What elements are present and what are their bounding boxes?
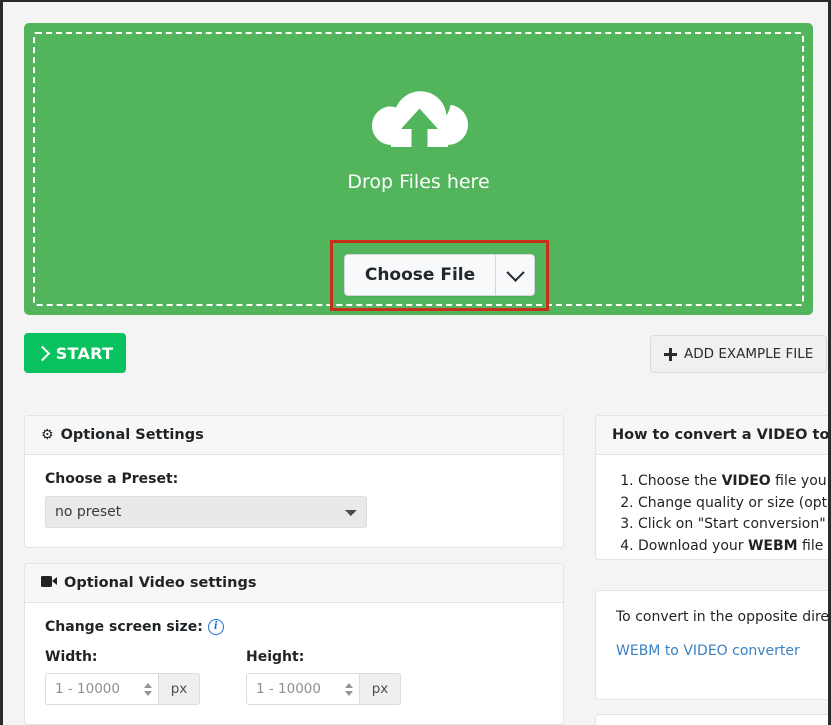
step-text-post: file you want to convert	[775, 473, 828, 489]
add-example-file-label: ADD EXAMPLE FILE	[684, 346, 814, 362]
list-item: Choose the VIDEO file you want to conver…	[638, 471, 828, 493]
optional-settings-panel: ⚙ Optional Settings Choose a Preset: no …	[24, 415, 564, 548]
stepper-up-icon[interactable]	[143, 682, 152, 688]
chevron-down-icon	[505, 262, 525, 282]
optional-settings-body: Choose a Preset: no preset	[25, 455, 563, 548]
preset-select[interactable]: no preset	[45, 496, 367, 528]
how-to-steps-list: Choose the VIDEO file you want to conver…	[616, 471, 828, 558]
choose-file-dropdown-toggle[interactable]	[495, 255, 534, 295]
plus-icon	[664, 347, 677, 361]
stepper-down-icon[interactable]	[143, 690, 152, 696]
change-screen-size-row: Change screen size: i	[45, 619, 543, 635]
dimension-row: Width: px Height:	[45, 649, 543, 705]
width-unit: px	[158, 673, 200, 705]
choose-file-button[interactable]: Choose File	[345, 255, 495, 295]
cloud-upload-icon	[371, 91, 468, 148]
list-item: Download your WEBM file	[638, 536, 824, 558]
step-text: Download your	[638, 538, 748, 555]
choose-file-button-group[interactable]: Choose File	[344, 254, 535, 296]
next-panel-partial	[595, 714, 828, 725]
height-group: Height: px	[246, 649, 401, 705]
step-text: Change quality or size (optional)	[638, 494, 828, 511]
width-input-group[interactable]: px	[45, 673, 200, 705]
how-to-convert-body: Choose the VIDEO file you want to conver…	[596, 455, 828, 578]
video-camera-icon	[41, 575, 57, 591]
webm-to-video-converter-link[interactable]: WEBM to VIDEO converter	[616, 643, 800, 659]
video-settings-body: Change screen size: i Width: px	[25, 603, 563, 725]
opposite-direction-panel: To convert in the opposite direction, cl…	[595, 590, 828, 700]
height-input-group[interactable]: px	[246, 673, 401, 705]
change-screen-size-label: Change screen size:	[45, 619, 203, 635]
width-stepper[interactable]	[137, 673, 158, 705]
opposite-text-pre: To convert in the opposite direction, cl…	[616, 609, 828, 625]
step-strong: VIDEO	[721, 473, 771, 489]
width-label: Width:	[45, 649, 98, 665]
opposite-direction-text: To convert in the opposite direction, cl…	[616, 607, 828, 627]
stepper-down-icon[interactable]	[344, 690, 353, 696]
preset-label: Choose a Preset:	[45, 471, 179, 487]
dropzone-label: Drop Files here	[347, 171, 490, 193]
dropzone-center-content: Drop Files here	[24, 85, 813, 193]
stepper-up-icon[interactable]	[344, 682, 353, 688]
add-example-file-button[interactable]: ADD EXAMPLE FILE	[650, 335, 828, 373]
start-button[interactable]: START	[24, 333, 126, 373]
width-input[interactable]	[45, 673, 137, 705]
video-settings-title: Optional Video settings	[64, 575, 257, 591]
height-input[interactable]	[246, 673, 338, 705]
height-label: Height:	[246, 649, 305, 665]
page-content: Drop Files here Choose File START ADD EX…	[3, 2, 828, 725]
width-group: Width: px	[45, 649, 200, 705]
height-unit: px	[359, 673, 401, 705]
step-text: Choose the	[638, 473, 722, 489]
gear-icon: ⚙	[41, 427, 54, 443]
optional-settings-header: ⚙ Optional Settings	[25, 416, 563, 455]
video-settings-panel: Optional Video settings Change screen si…	[24, 563, 564, 725]
step-text-post: file	[797, 538, 824, 555]
how-to-convert-header: How to convert a VIDEO to a WEBM file?	[596, 416, 828, 455]
info-circle-icon[interactable]: i	[207, 619, 224, 635]
browser-viewport: Drop Files here Choose File START ADD EX…	[0, 0, 831, 725]
file-dropzone[interactable]: Drop Files here Choose File	[24, 23, 813, 315]
list-item: Click on "Start conversion" to convert	[638, 514, 828, 536]
step-strong: WEBM	[747, 538, 798, 555]
optional-settings-title: Optional Settings	[60, 427, 204, 443]
how-to-convert-panel: How to convert a VIDEO to a WEBM file? C…	[595, 415, 828, 560]
opposite-direction-body: To convert in the opposite direction, cl…	[596, 591, 828, 679]
list-item: Change quality or size (optional)	[638, 493, 828, 515]
chevron-right-icon	[34, 345, 50, 361]
video-settings-header: Optional Video settings	[25, 564, 563, 603]
height-stepper[interactable]	[338, 673, 359, 705]
step-text: Click on "Start conversion" to convert	[638, 516, 828, 533]
start-button-label: START	[55, 343, 114, 363]
